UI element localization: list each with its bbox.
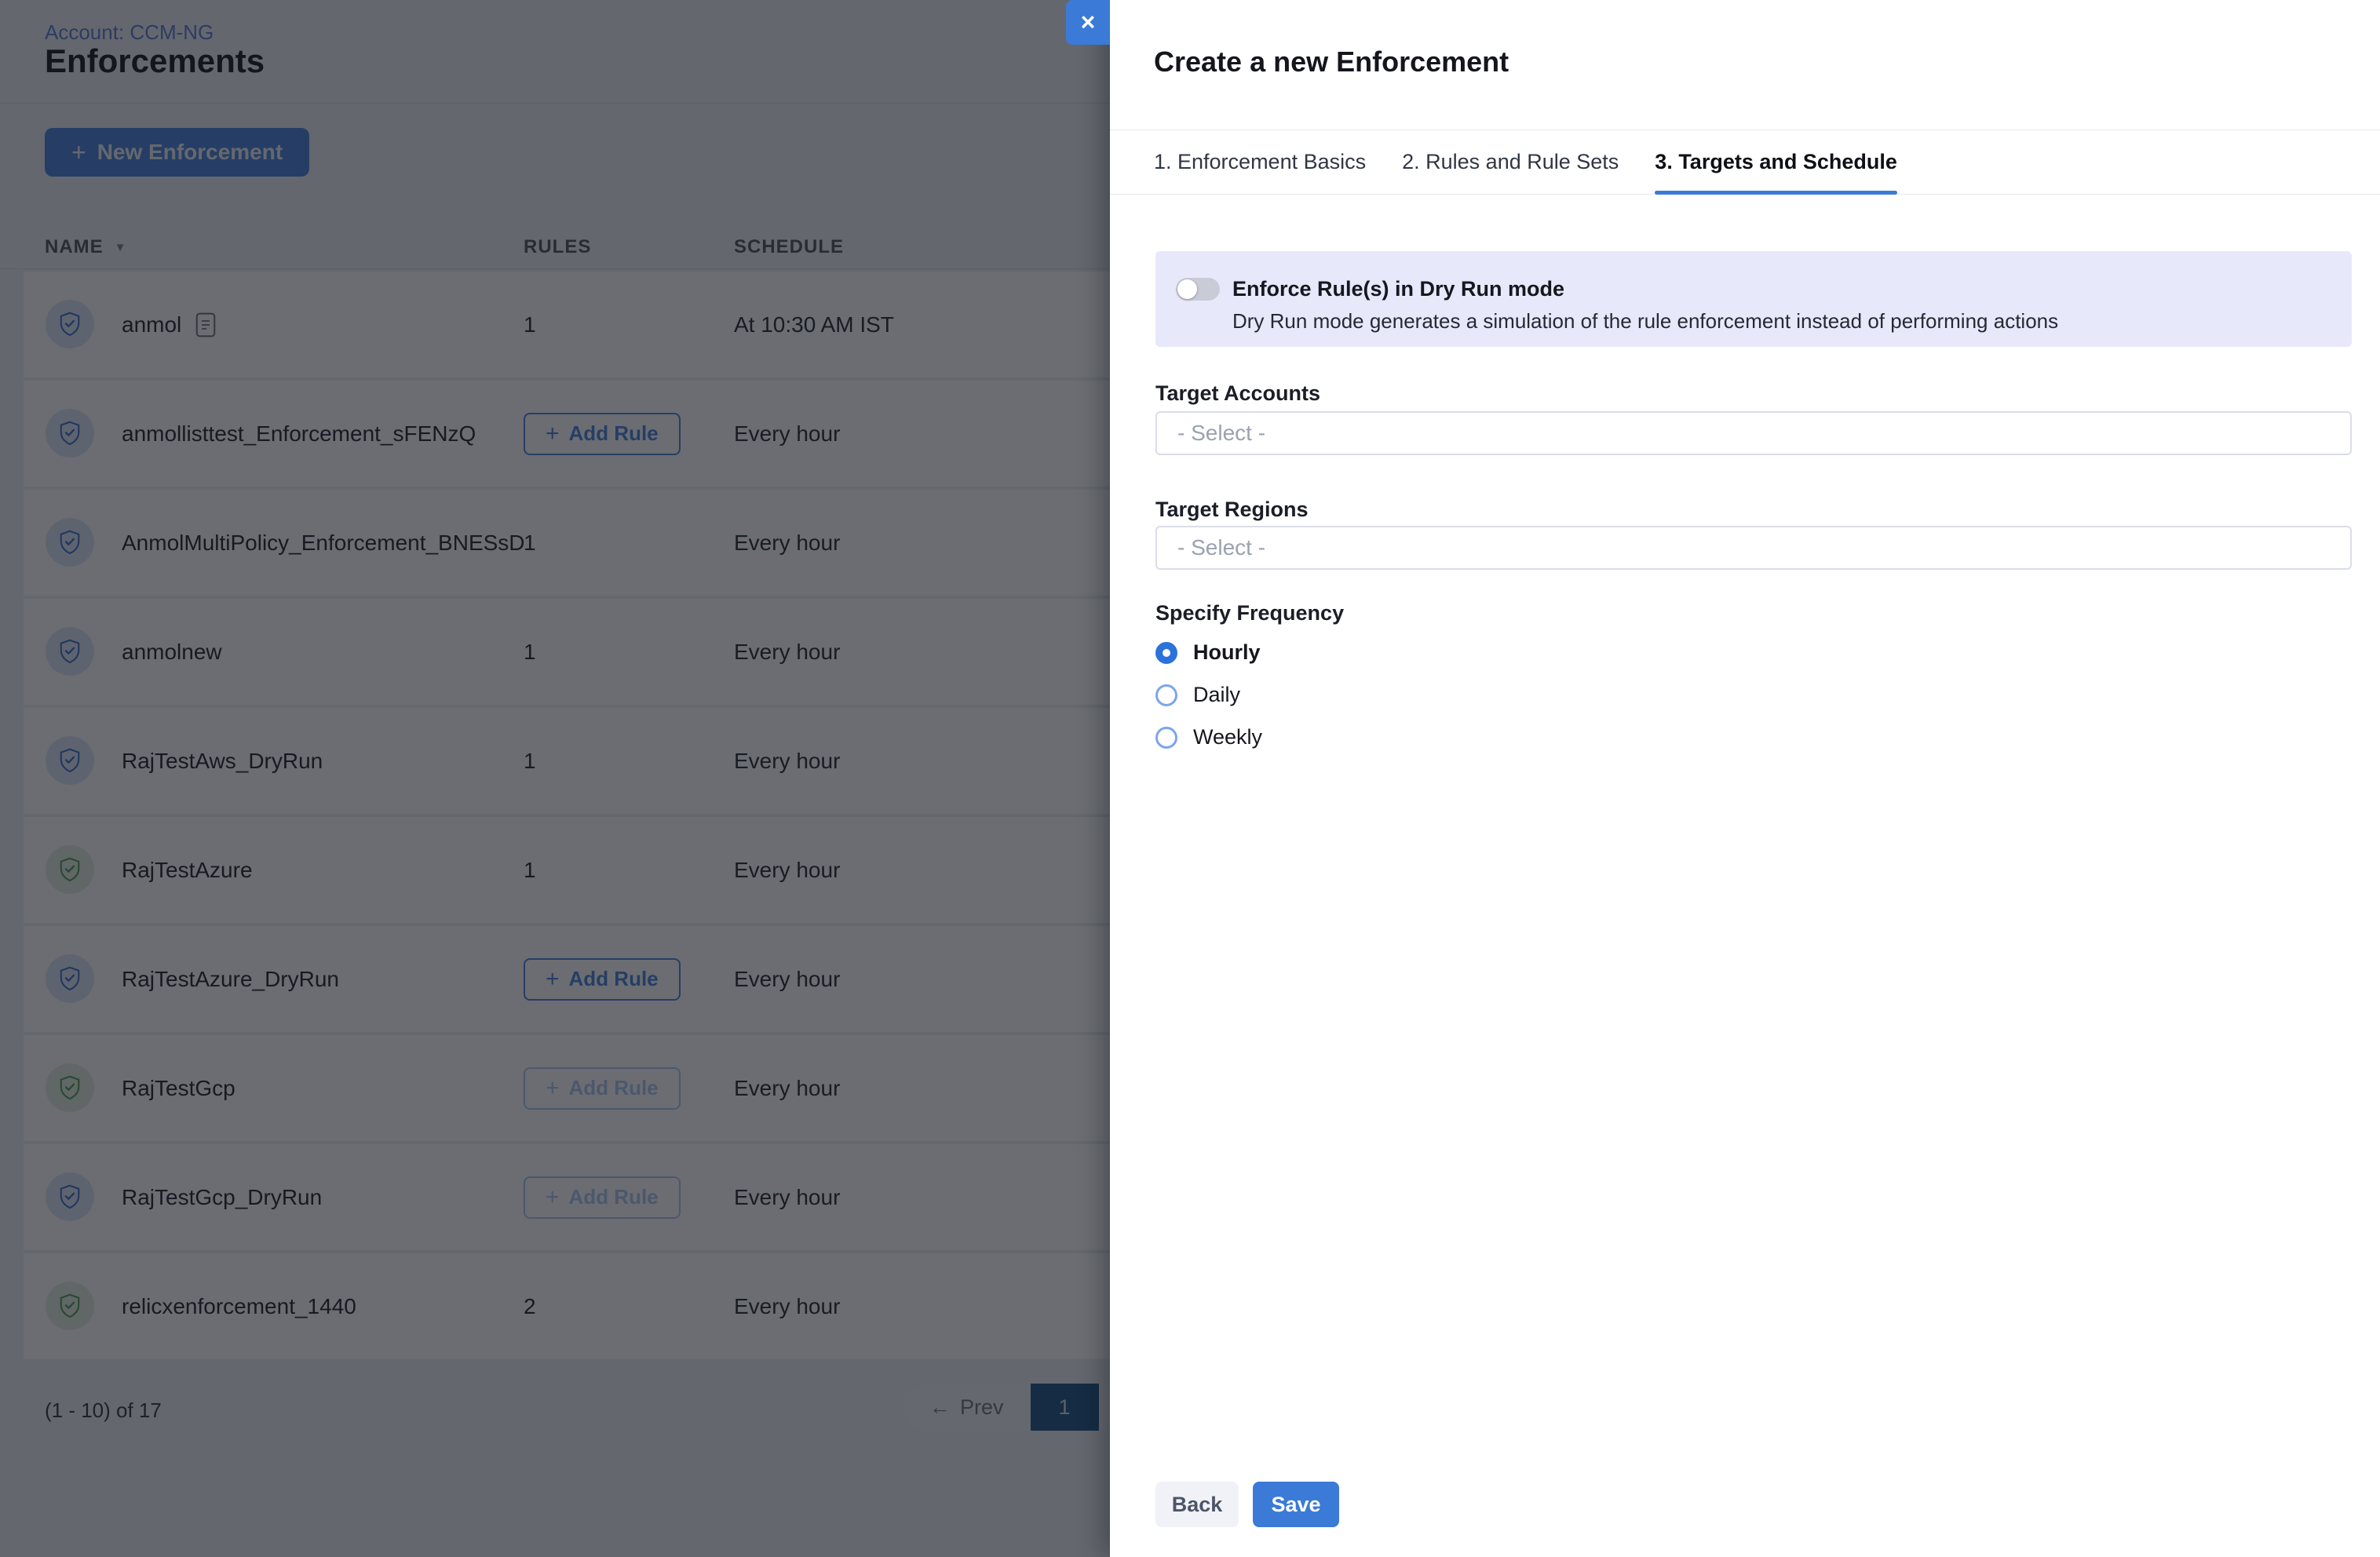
dry-run-title: Enforce Rule(s) in Dry Run mode <box>1232 277 1564 301</box>
radio-label: Weekly <box>1193 725 1262 749</box>
wizard-tabs: 1. Enforcement Basics 2. Rules and Rule S… <box>1110 130 2380 195</box>
tab-1[interactable]: 1. Enforcement Basics <box>1154 130 1366 194</box>
specify-frequency-label: Specify Frequency <box>1155 601 1344 625</box>
target-accounts-placeholder: - Select - <box>1177 421 1265 446</box>
target-regions-placeholder: - Select - <box>1177 535 1265 560</box>
radio-icon[interactable] <box>1155 727 1177 749</box>
tab-3[interactable]: 3. Targets and Schedule <box>1655 130 1897 194</box>
drawer-title: Create a new Enforcement <box>1154 46 1509 78</box>
toggle-knob-icon <box>1177 279 1197 299</box>
create-enforcement-drawer: × Create a new Enforcement 1. Enforcemen… <box>1110 0 2380 1557</box>
target-accounts-label: Target Accounts <box>1155 381 1320 406</box>
frequency-radio-weekly[interactable]: Weekly <box>1155 725 1262 749</box>
dry-run-toggle[interactable] <box>1176 278 1220 301</box>
dry-run-description: Dry Run mode generates a simulation of t… <box>1232 309 2058 334</box>
close-icon[interactable]: × <box>1066 0 1110 45</box>
radio-icon[interactable] <box>1155 642 1177 664</box>
radio-label: Daily <box>1193 683 1240 707</box>
target-accounts-select[interactable]: - Select - <box>1155 411 2352 455</box>
save-button[interactable]: Save <box>1253 1482 1339 1527</box>
radio-label: Hourly <box>1193 640 1261 665</box>
tab-2[interactable]: 2. Rules and Rule Sets <box>1402 130 1619 194</box>
back-button[interactable]: Back <box>1155 1482 1239 1527</box>
dry-run-banner: Enforce Rule(s) in Dry Run mode Dry Run … <box>1155 251 2352 347</box>
target-regions-label: Target Regions <box>1155 498 1309 522</box>
target-regions-select[interactable]: - Select - <box>1155 526 2352 570</box>
radio-icon[interactable] <box>1155 684 1177 706</box>
frequency-radio-daily[interactable]: Daily <box>1155 683 1240 707</box>
frequency-radio-hourly[interactable]: Hourly <box>1155 640 1261 665</box>
